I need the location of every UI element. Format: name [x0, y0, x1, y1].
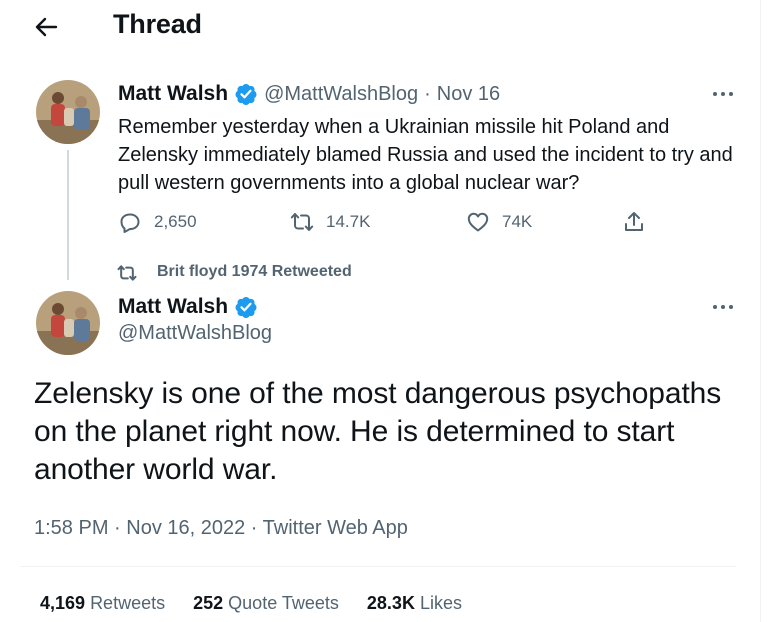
like-button[interactable]: 74K: [466, 210, 532, 234]
avatar-image: [36, 291, 100, 355]
stat-count: 252: [193, 593, 224, 613]
page-title: Thread: [113, 9, 202, 39]
stat-label: Retweets: [90, 593, 166, 613]
retweet-icon: [290, 213, 314, 231]
share-button[interactable]: [622, 210, 646, 234]
separator-dot: ·: [424, 82, 431, 105]
avatar[interactable]: [36, 80, 100, 144]
verified-badge-icon: [235, 297, 257, 318]
reply-count: 2,650: [154, 212, 197, 231]
author-handle[interactable]: @MattWalshBlog: [118, 322, 272, 345]
author-name[interactable]: Matt Walsh: [118, 82, 228, 106]
tweet-timestamp[interactable]: 1:58 PM · Nov 16, 2022 · Twitter Web App: [34, 517, 408, 540]
stat-label: Quote Tweets: [228, 593, 339, 613]
more-icon: [713, 92, 733, 96]
likes-stat[interactable]: 28.3K Likes: [367, 593, 462, 614]
stat-count: 28.3K: [366, 593, 415, 613]
like-count: 74K: [502, 212, 533, 231]
more-icon: [713, 305, 733, 309]
retweet-count: 14.7K: [326, 212, 371, 231]
avatar[interactable]: [36, 291, 100, 355]
author-name[interactable]: Matt Walsh: [118, 295, 228, 319]
verified-badge-icon: [235, 84, 257, 105]
more-options-button[interactable]: [708, 84, 738, 104]
avatar-image: [36, 80, 100, 144]
tweet-stats: 4,169 Retweets 252 Quote Tweets 28.3K Li…: [40, 593, 462, 614]
retweet-button[interactable]: 14.7K: [290, 210, 370, 234]
tweet-date[interactable]: Nov 16: [437, 83, 500, 106]
author-handle[interactable]: @MattWalshBlog: [264, 83, 418, 106]
share-icon: [625, 212, 643, 231]
like-icon: [467, 212, 489, 232]
more-options-button[interactable]: [708, 297, 738, 317]
retweeted-indicator: [117, 263, 137, 288]
divider: [20, 566, 736, 567]
reply-icon: [120, 213, 140, 233]
back-button[interactable]: [26, 10, 66, 44]
main-tweet-text: Zelensky is one of the most dangerous ps…: [34, 377, 722, 486]
parent-tweet-header: Matt Walsh @MattWalshBlog · Nov 16: [118, 82, 500, 106]
retweet-icon: [117, 265, 137, 281]
parent-tweet-text: Remember yesterday when a Ukrainian miss…: [118, 116, 733, 194]
retweeted-by-label[interactable]: Brit floyd 1974 Retweeted: [157, 263, 352, 281]
stat-count: 4,169: [40, 593, 86, 613]
stat-label: Likes: [419, 593, 462, 613]
main-tweet-author: Matt Walsh: [118, 295, 258, 319]
arrow-left-icon: [35, 17, 58, 37]
retweets-stat[interactable]: 4,169 Retweets: [40, 593, 165, 614]
quote-tweets-stat[interactable]: 252 Quote Tweets: [193, 593, 339, 614]
thread-connector-line: [67, 150, 69, 280]
reply-button[interactable]: 2,650: [118, 210, 197, 234]
